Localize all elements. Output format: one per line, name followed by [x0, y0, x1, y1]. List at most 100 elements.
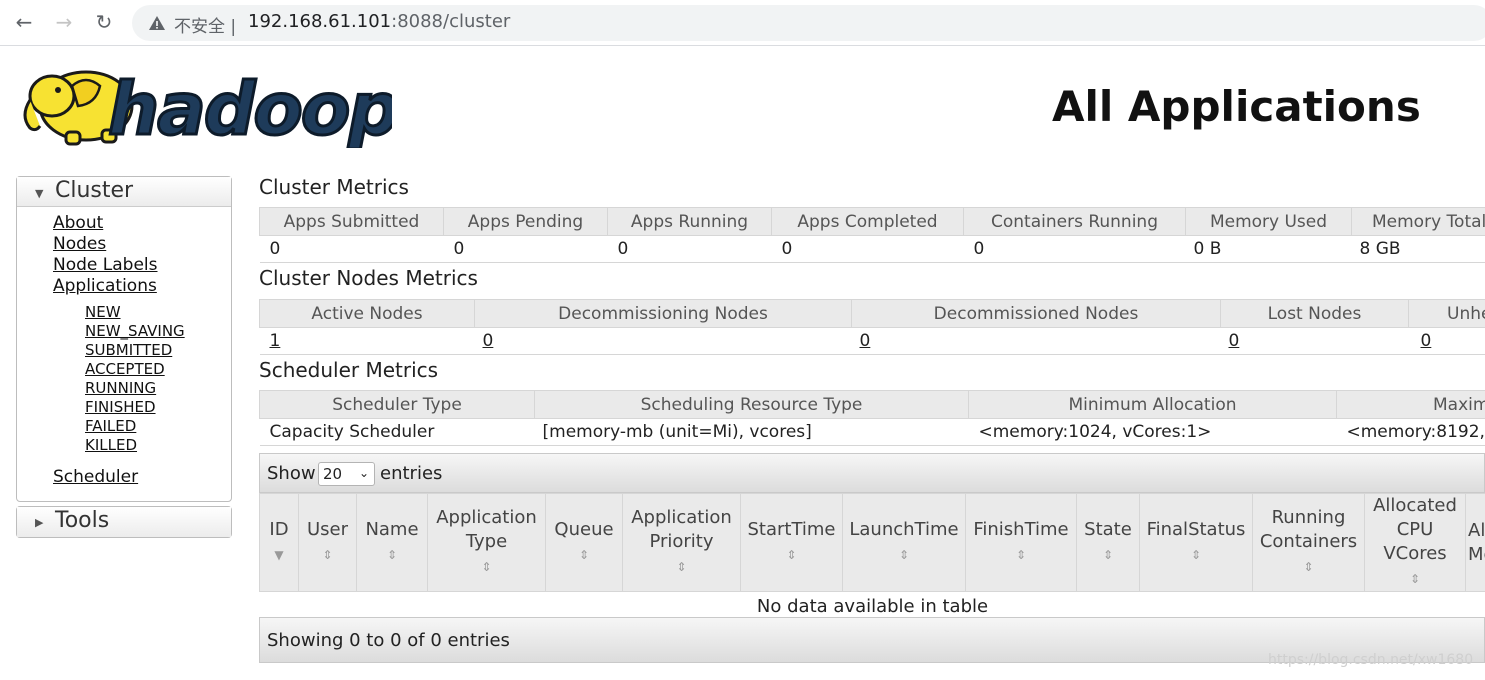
- show-label: Show: [267, 463, 316, 484]
- val-decommissioning-nodes[interactable]: 0: [474, 327, 852, 355]
- sort-icon[interactable]: ⇕: [387, 548, 397, 562]
- col-allocated-memory[interactable]: Allocated Memory: [1465, 493, 1485, 592]
- column-header-label: VCores: [1383, 543, 1447, 564]
- node-metrics-table: Active Nodes Decommissioning Nodes Decom…: [259, 299, 1485, 355]
- val-active-nodes[interactable]: 1: [259, 327, 475, 355]
- val-decommissioned-nodes[interactable]: 0: [851, 327, 1221, 355]
- column-header-label: State: [1084, 519, 1132, 540]
- sort-icon[interactable]: ⇕: [1410, 572, 1420, 586]
- address-bar[interactable]: 不安全 | 192.168.61.101:8088/cluster: [132, 5, 1485, 41]
- column-header-label: User: [306, 519, 349, 540]
- column-header-label: Application: [631, 507, 732, 528]
- col-apps-completed: Apps Completed: [771, 207, 964, 236]
- sort-desc-icon[interactable]: ▼: [274, 548, 283, 562]
- col-user[interactable]: User ⇕: [298, 493, 357, 592]
- column-header-label: Allocated: [1468, 519, 1485, 541]
- col-apps-pending: Apps Pending: [443, 207, 608, 236]
- val-unhealthy-nodes[interactable]: 0: [1408, 327, 1485, 355]
- watermark-text: https://blog.csdn.net/xw1680: [1268, 652, 1474, 668]
- val-apps-completed: 0: [771, 235, 964, 263]
- col-memory-used: Memory Used: [1185, 207, 1352, 236]
- col-final-status[interactable]: FinalStatus ⇕: [1139, 493, 1253, 592]
- state-link-new[interactable]: NEW: [85, 303, 121, 321]
- column-header-label: Memory: [1468, 543, 1485, 565]
- col-finish-time[interactable]: FinishTime ⇕: [965, 493, 1077, 592]
- nav-link-nodes[interactable]: Nodes: [53, 234, 106, 254]
- state-link-finished[interactable]: FINISHED: [85, 398, 156, 416]
- sort-icon[interactable]: ⇕: [481, 560, 491, 574]
- val-lost-nodes[interactable]: 0: [1220, 327, 1409, 355]
- nav-link-applications[interactable]: Applications: [53, 276, 157, 296]
- forward-arrow-icon[interactable]: →: [50, 8, 78, 36]
- column-header-label: FinishTime: [973, 519, 1069, 540]
- state-link-new-saving[interactable]: NEW_SAVING: [85, 322, 185, 340]
- state-link-failed[interactable]: FAILED: [85, 417, 136, 435]
- col-id[interactable]: ID ▼: [259, 493, 299, 592]
- sort-icon[interactable]: ⇕: [899, 548, 909, 562]
- cluster-menu-label: Cluster: [55, 178, 134, 203]
- col-application-priority[interactable]: Application Priority ⇕: [622, 493, 741, 592]
- state-link-accepted[interactable]: ACCEPTED: [85, 360, 165, 378]
- back-arrow-icon[interactable]: ←: [10, 8, 38, 36]
- sort-icon[interactable]: ⇕: [1016, 548, 1026, 562]
- col-active-nodes: Active Nodes: [259, 299, 475, 328]
- nav-link-scheduler[interactable]: Scheduler: [53, 467, 138, 487]
- col-start-time[interactable]: StartTime ⇕: [740, 493, 843, 592]
- state-link-submitted[interactable]: SUBMITTED: [85, 341, 172, 359]
- col-state[interactable]: State ⇕: [1076, 493, 1140, 592]
- col-name[interactable]: Name ⇕: [356, 493, 428, 592]
- nav-link-node-labels[interactable]: Node Labels: [53, 255, 158, 275]
- val-apps-submitted: 0: [259, 235, 444, 263]
- cluster-menu-header[interactable]: ▼ Cluster: [17, 177, 231, 207]
- expanded-triangle-icon: ▼: [35, 187, 44, 200]
- page-size-value: 20: [323, 465, 343, 483]
- nav-link-about[interactable]: About: [53, 213, 103, 233]
- col-apps-submitted: Apps Submitted: [259, 207, 444, 236]
- tools-menu-label: Tools: [55, 508, 110, 533]
- reload-icon[interactable]: ↻: [90, 8, 118, 36]
- col-launch-time[interactable]: LaunchTime ⇕: [842, 493, 966, 592]
- warning-icon: [149, 16, 165, 30]
- page-title: All Applications: [1052, 82, 1421, 131]
- hadoop-logo[interactable]: hadoop: [16, 56, 392, 148]
- cluster-metrics-table: Apps Submitted Apps Pending Apps Running…: [259, 207, 1485, 263]
- col-unhealthy-nodes: Unhealthy Nodes: [1408, 299, 1485, 328]
- col-decommissioned-nodes: Decommissioned Nodes: [851, 299, 1221, 328]
- column-header-label: Queue: [554, 519, 614, 540]
- state-link-running[interactable]: RUNNING: [85, 379, 156, 397]
- column-header-label: Allocated: [1373, 495, 1457, 516]
- scheduler-metrics-title: Scheduler Metrics: [259, 358, 439, 382]
- node-metrics-title: Cluster Nodes Metrics: [259, 266, 478, 290]
- sort-icon[interactable]: ⇕: [1191, 548, 1201, 562]
- val-memory-total: 8 GB: [1351, 235, 1485, 263]
- url-host: 192.168.61.101: [248, 11, 392, 32]
- col-queue[interactable]: Queue ⇕: [545, 493, 623, 592]
- tools-menu-header[interactable]: ▶ Tools: [17, 507, 231, 537]
- column-header-label: Name: [365, 519, 419, 540]
- page-size-select[interactable]: 20 ⌄: [318, 462, 375, 486]
- col-application-type[interactable]: Application Type ⇕: [427, 493, 546, 592]
- tools-menu: ▶ Tools: [16, 506, 232, 538]
- url-text[interactable]: 192.168.61.101:8088/cluster: [248, 11, 510, 32]
- chevron-down-icon: ⌄: [358, 466, 369, 480]
- val-apps-pending: 0: [443, 235, 608, 263]
- col-scheduler-type: Scheduler Type: [259, 390, 535, 419]
- col-lost-nodes: Lost Nodes: [1220, 299, 1409, 328]
- col-running-containers[interactable]: Running Containers ⇕: [1252, 493, 1365, 592]
- sort-icon[interactable]: ⇕: [322, 548, 332, 562]
- column-header-label: LaunchTime: [849, 519, 959, 540]
- state-link-killed[interactable]: KILLED: [85, 436, 137, 454]
- column-header-label: Containers: [1259, 531, 1358, 552]
- sort-icon[interactable]: ⇕: [786, 548, 796, 562]
- sort-icon[interactable]: ⇕: [579, 548, 589, 562]
- col-memory-total: Memory Total: [1351, 207, 1485, 236]
- col-minimum-allocation: Minimum Allocation: [968, 390, 1337, 419]
- col-decommissioning-nodes: Decommissioning Nodes: [474, 299, 852, 328]
- sort-icon[interactable]: ⇕: [676, 560, 686, 574]
- col-maximum-allocation: Maximum Allocation: [1336, 390, 1485, 419]
- col-allocated-cpu-vcores[interactable]: Allocated CPU VCores ⇕: [1364, 493, 1466, 592]
- scheduler-metrics-table: Scheduler Type Scheduling Resource Type …: [259, 390, 1485, 446]
- sort-icon[interactable]: ⇕: [1103, 548, 1113, 562]
- col-scheduling-resource-type: Scheduling Resource Type: [534, 390, 969, 419]
- sort-icon[interactable]: ⇕: [1303, 560, 1313, 574]
